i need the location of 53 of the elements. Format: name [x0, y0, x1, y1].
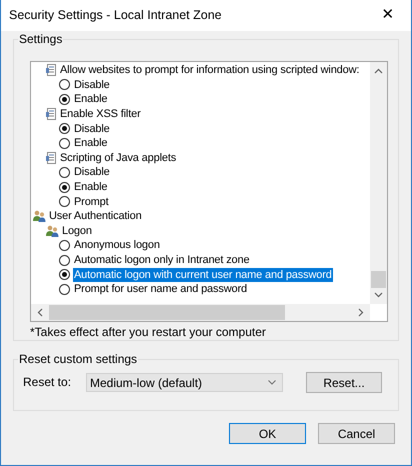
radio-button[interactable] — [59, 79, 70, 90]
setting-label: Scripting of Java applets — [60, 150, 176, 165]
users-icon — [33, 210, 46, 222]
close-button[interactable]: ✕ — [365, 0, 411, 30]
users-icon — [46, 224, 59, 237]
option-label[interactable]: Enable — [73, 92, 108, 106]
horizontal-scrollbar[interactable] — [31, 304, 370, 321]
radio-button[interactable] — [59, 94, 70, 105]
option-label[interactable]: Automatic logon with current user name and password — [73, 268, 333, 282]
setting-label: Logon — [62, 224, 92, 238]
option-label[interactable]: Enable — [73, 180, 108, 194]
scroll-thumb[interactable] — [371, 271, 386, 288]
vertical-scrollbar[interactable] — [370, 62, 387, 304]
radio-button[interactable] — [59, 166, 70, 178]
option-label[interactable]: Prompt for user name and password — [73, 282, 248, 296]
scroll-thumb[interactable] — [49, 305, 285, 320]
reset-to-label: Reset to: — [23, 374, 72, 391]
option-label[interactable]: Prompt — [73, 194, 110, 209]
document-settings-icon — [46, 64, 57, 76]
chevron-down-icon — [268, 380, 276, 385]
level-dropdown[interactable]: Medium-low (default) — [86, 373, 283, 392]
group-title: Settings — [18, 33, 64, 46]
ok-button[interactable]: OK — [229, 423, 306, 444]
option-label[interactable]: Disable — [73, 122, 111, 136]
radio-button[interactable] — [59, 138, 70, 149]
radio-button[interactable] — [59, 196, 70, 208]
group-title: Reset custom settings — [18, 353, 138, 366]
setting-label: Allow websites to prompt for information using scripted window: — [60, 63, 360, 78]
option-label[interactable]: Disable — [73, 78, 111, 92]
radio-button[interactable] — [59, 284, 70, 295]
document-settings-icon — [46, 152, 57, 164]
document-settings-icon — [46, 108, 57, 120]
radio-button[interactable] — [59, 182, 70, 193]
reset-button[interactable]: Reset... — [306, 372, 382, 393]
radio-button[interactable] — [59, 240, 70, 251]
option-label[interactable]: Anonymous logon — [73, 238, 161, 252]
scroll-right-icon[interactable] — [358, 308, 364, 317]
window-title: Security Settings - Local Intranet Zone — [9, 7, 222, 24]
restart-note: *Takes effect after you restart your computer — [30, 325, 267, 339]
setting-label: User Authentication — [49, 209, 142, 224]
radio-button[interactable] — [59, 269, 70, 280]
option-label[interactable]: Disable — [73, 165, 111, 180]
radio-button[interactable] — [59, 123, 70, 134]
scroll-left-icon[interactable] — [37, 308, 43, 317]
settings-tree[interactable] — [30, 61, 388, 322]
option-label[interactable]: Automatic logon only in Intranet zone — [73, 253, 250, 268]
radio-button[interactable] — [59, 254, 70, 266]
setting-label: Enable XSS filter — [60, 107, 141, 122]
dropdown-value: Medium-low (default) — [90, 374, 202, 392]
cancel-button[interactable]: Cancel — [318, 423, 395, 444]
option-label[interactable]: Enable — [73, 136, 108, 150]
scroll-down-icon[interactable] — [374, 292, 383, 298]
scroll-up-icon[interactable] — [374, 68, 383, 74]
